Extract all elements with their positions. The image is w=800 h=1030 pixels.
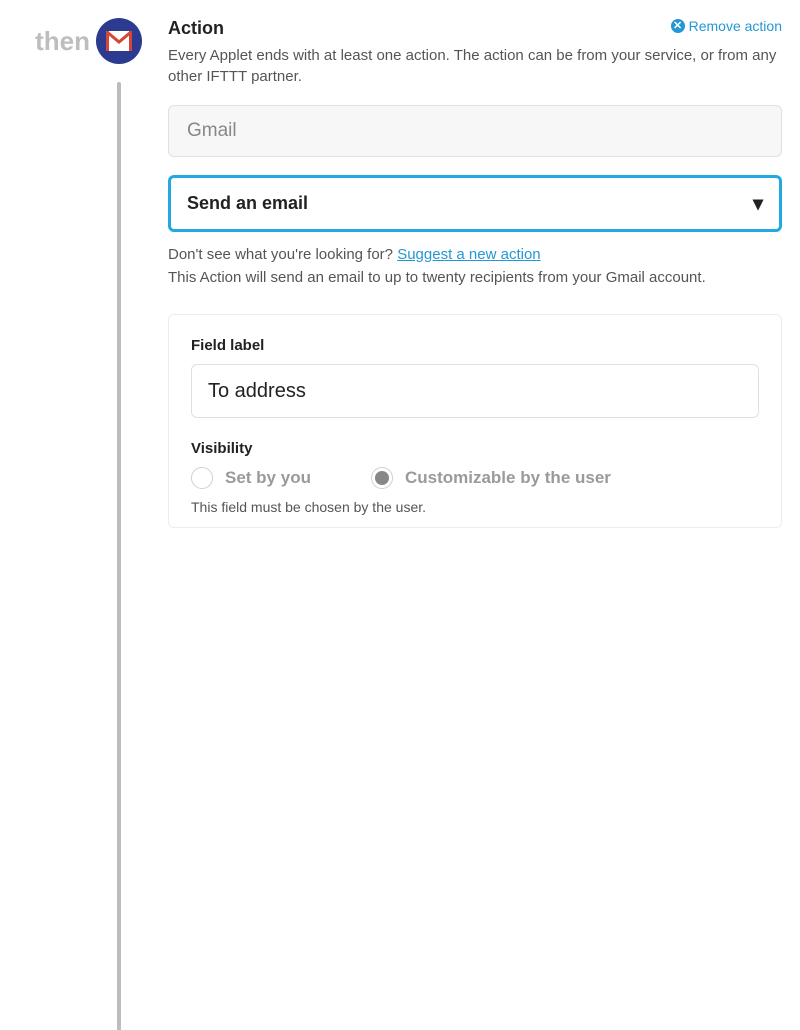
- field-label-heading: Field label: [191, 337, 759, 354]
- close-icon: ✕: [671, 19, 685, 33]
- rail-row: then: [35, 18, 142, 64]
- visibility-set-by-you[interactable]: Set by you: [191, 467, 311, 489]
- service-input[interactable]: [168, 105, 782, 157]
- chevron-down-icon: ▾: [753, 191, 763, 216]
- remove-action-label: Remove action: [689, 18, 782, 34]
- action-select-value: Send an email: [187, 193, 308, 214]
- radio-icon: [371, 467, 393, 489]
- service-badge[interactable]: [96, 18, 142, 64]
- section-description: Every Applet ends with at least one acti…: [168, 45, 782, 87]
- main-column: Action ✕ Remove action Every Applet ends…: [150, 18, 800, 528]
- visibility-radio-group: Set by you Customizable by the user: [191, 467, 759, 489]
- gmail-icon: [106, 31, 132, 51]
- remove-action-link[interactable]: ✕ Remove action: [671, 18, 782, 34]
- page-root: then Action ✕ Remove action Every Applet…: [0, 0, 800, 528]
- action-description: This Action will send an email to up to …: [168, 269, 782, 286]
- step-rail: then: [0, 18, 150, 64]
- radio-icon: [191, 467, 213, 489]
- action-select[interactable]: Send an email ▾: [168, 175, 782, 232]
- visibility-customizable[interactable]: Customizable by the user: [371, 467, 611, 489]
- section-header: Action ✕ Remove action: [168, 18, 782, 39]
- step-label: then: [35, 26, 90, 57]
- field-card: Field label Visibility Set by you Custom…: [168, 314, 782, 528]
- radio-label: Customizable by the user: [405, 468, 611, 488]
- visibility-heading: Visibility: [191, 440, 759, 457]
- suggest-action-link[interactable]: Suggest a new action: [397, 246, 540, 263]
- radio-label: Set by you: [225, 468, 311, 488]
- suggest-prefix: Don't see what you're looking for?: [168, 246, 397, 263]
- field-label-input[interactable]: [191, 364, 759, 418]
- suggest-row: Don't see what you're looking for? Sugge…: [168, 246, 782, 263]
- rail-line: [117, 82, 121, 1030]
- visibility-help: This field must be chosen by the user.: [191, 499, 759, 515]
- section-title: Action: [168, 18, 224, 39]
